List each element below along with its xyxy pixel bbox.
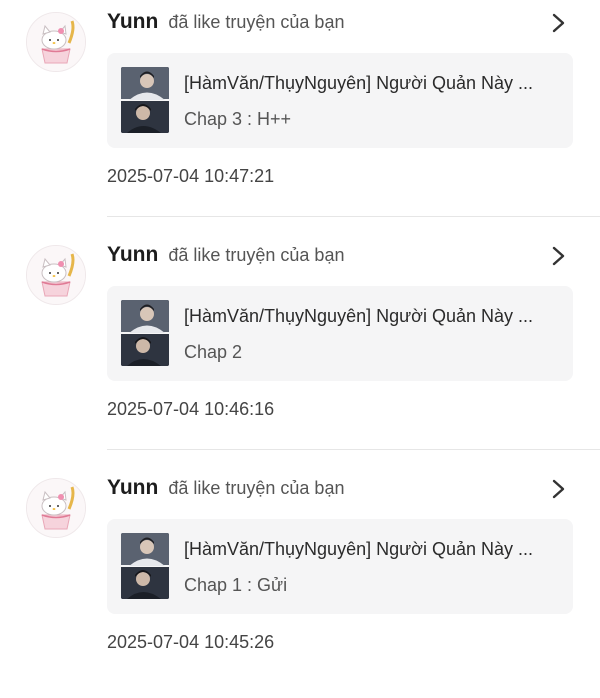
story-title: [HàmVăn/ThụyNguyên] Người Quản Này ... <box>184 73 534 93</box>
username[interactable]: Yunn <box>107 476 158 500</box>
notification-feed: Yunn đã like truyện của bạn [HàmVăn/Thụy… <box>0 0 600 671</box>
user-avatar[interactable] <box>26 245 86 305</box>
story-title: [HàmVăn/ThụyNguyên] Người Quản Này ... <box>184 306 534 326</box>
chevron-right-icon[interactable] <box>548 478 568 500</box>
story-card[interactable]: [HàmVăn/ThụyNguyên] Người Quản Này ... C… <box>107 53 573 148</box>
notification-timestamp: 2025-07-04 10:46:16 <box>107 399 275 419</box>
notification-item[interactable]: Yunn đã like truyện của bạn [HàmVăn/Thụy… <box>0 466 600 698</box>
notification-action-text: đã like truyện của bạn <box>168 245 345 265</box>
notification-timestamp: 2025-07-04 10:45:26 <box>107 632 275 652</box>
notification-header: Yunn đã like truyện của bạn <box>107 10 344 36</box>
chevron-right-icon[interactable] <box>548 12 568 34</box>
hello-kitty-cake-icon <box>27 246 85 304</box>
chevron-right-icon[interactable] <box>548 245 568 267</box>
chapter-label: Chap 2 <box>184 342 243 362</box>
story-cover-thumbnail <box>121 300 169 366</box>
user-avatar[interactable] <box>26 478 86 538</box>
hello-kitty-cake-icon <box>27 479 85 537</box>
divider <box>107 216 600 217</box>
notification-header: Yunn đã like truyện của bạn <box>107 476 344 502</box>
user-avatar[interactable] <box>26 12 86 72</box>
hello-kitty-cake-icon <box>27 13 85 71</box>
story-cover-thumbnail <box>121 67 169 133</box>
story-card[interactable]: [HàmVăn/ThụyNguyên] Người Quản Này ... C… <box>107 286 573 381</box>
notification-action-text: đã like truyện của bạn <box>168 478 345 498</box>
notification-header: Yunn đã like truyện của bạn <box>107 243 344 269</box>
notification-timestamp: 2025-07-04 10:47:21 <box>107 166 275 186</box>
chapter-label: Chap 1 : Gửi <box>184 575 288 595</box>
story-cover-thumbnail <box>121 533 169 599</box>
notification-item[interactable]: Yunn đã like truyện của bạn [HàmVăn/Thụy… <box>0 233 600 465</box>
story-card[interactable]: [HàmVăn/ThụyNguyên] Người Quản Này ... C… <box>107 519 573 614</box>
notification-item[interactable]: Yunn đã like truyện của bạn [HàmVăn/Thụy… <box>0 0 600 232</box>
username[interactable]: Yunn <box>107 243 158 267</box>
story-title: [HàmVăn/ThụyNguyên] Người Quản Này ... <box>184 539 534 559</box>
notification-action-text: đã like truyện của bạn <box>168 12 345 32</box>
username[interactable]: Yunn <box>107 10 158 34</box>
divider <box>107 449 600 450</box>
chapter-label: Chap 3 : H++ <box>184 109 292 129</box>
